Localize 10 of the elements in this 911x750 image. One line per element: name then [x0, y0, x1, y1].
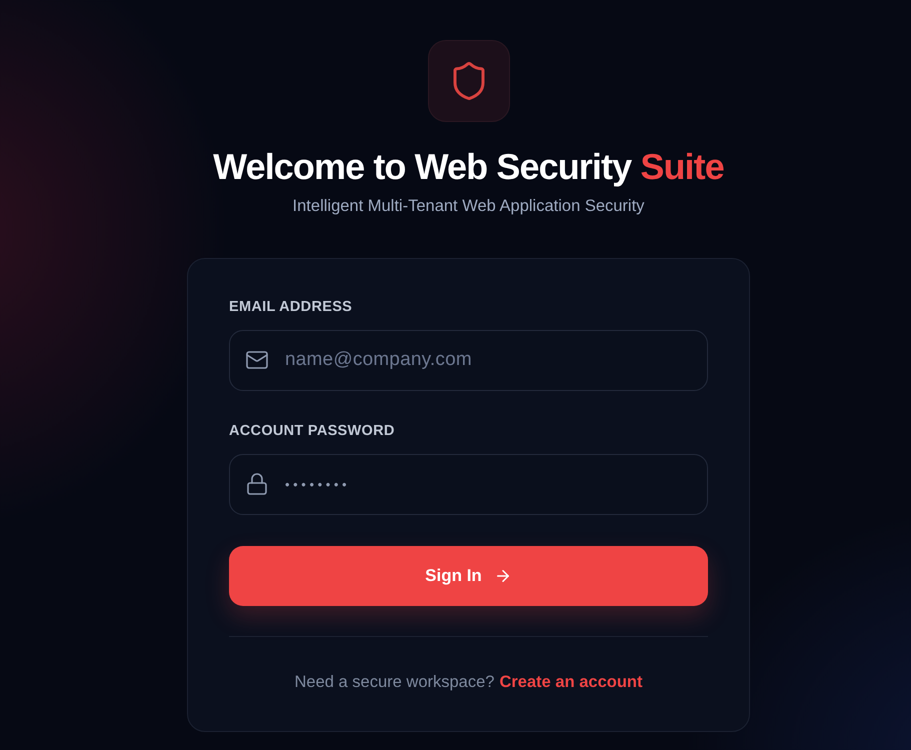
field-label: EMAIL ADDRESS — [229, 298, 354, 316]
signup-prompt: Need a secure workspace? — [294, 672, 494, 692]
email-field[interactable]: name@company.com — [229, 330, 708, 391]
password-field[interactable]: •••••••• — [229, 454, 708, 515]
padlock-icon — [245, 472, 269, 496]
page-subtitle: Intelligent Multi-Tenant Web Application Security — [292, 196, 644, 218]
page-title: Welcome to Web Security Suite — [213, 146, 724, 188]
sign-in-button[interactable]: Sign In — [229, 546, 708, 606]
field-label: ACCOUNT PASSWORD — [229, 422, 396, 440]
create-account-link[interactable]: Create an account — [499, 672, 642, 692]
